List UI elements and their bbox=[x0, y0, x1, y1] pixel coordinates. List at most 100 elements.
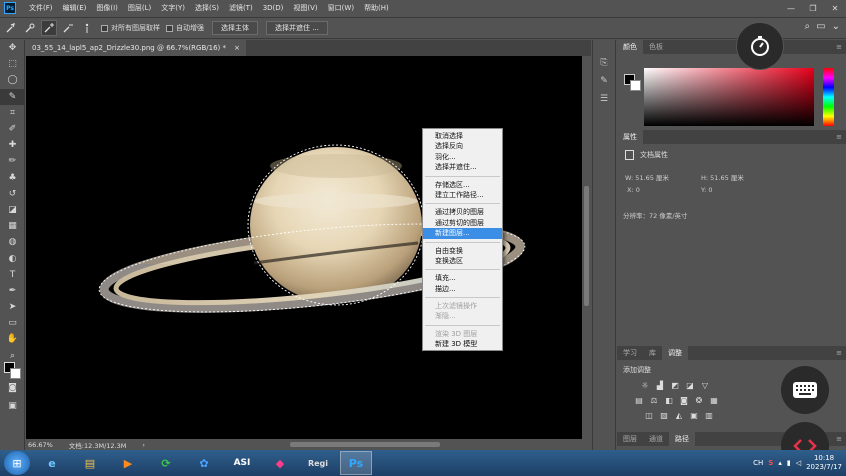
tab-swatches[interactable]: 色板 bbox=[643, 40, 669, 54]
levels-icon[interactable]: ▟ bbox=[654, 380, 666, 391]
menu-edit[interactable]: 编辑(E) bbox=[58, 0, 92, 16]
close-tab-icon[interactable]: × bbox=[234, 40, 240, 56]
search-icon[interactable]: ⌕ bbox=[805, 21, 811, 32]
brush-settings-icon[interactable]: ✎ bbox=[593, 72, 615, 90]
menu-view[interactable]: 视图(V) bbox=[288, 0, 322, 16]
eraser-tool-icon[interactable]: ◪ bbox=[0, 202, 25, 218]
menu-filter[interactable]: 滤镜(T) bbox=[224, 0, 258, 16]
posterize-icon[interactable]: ▨ bbox=[658, 410, 670, 421]
file-explorer-icon[interactable]: ▤ bbox=[74, 451, 106, 475]
x-value[interactable]: X: 0 bbox=[627, 186, 640, 194]
tab-layers[interactable]: 图层 bbox=[617, 432, 643, 446]
checkbox-box[interactable] bbox=[101, 24, 108, 32]
move-tool-icon[interactable]: ✥ bbox=[0, 40, 25, 56]
keyboard-overlay-button[interactable] bbox=[781, 366, 829, 414]
tab-color[interactable]: 颜色 bbox=[617, 40, 643, 54]
background-color-swatch[interactable] bbox=[10, 368, 21, 379]
menu-item-layer-via-copy[interactable]: 通过拷贝的图层 bbox=[423, 207, 502, 217]
tab-properties[interactable]: 属性 bbox=[617, 130, 643, 144]
menu-item-layer-via-cut[interactable]: 通过剪切的图层 bbox=[423, 218, 502, 228]
menu-item-feather[interactable]: 羽化... bbox=[423, 152, 502, 162]
blur-tool-icon[interactable]: ◍ bbox=[0, 234, 25, 250]
menu-item-fill[interactable]: 填充... bbox=[423, 273, 502, 283]
dodge-tool-icon[interactable]: ◐ bbox=[0, 250, 25, 266]
channel-mixer-icon[interactable]: ❂ bbox=[693, 395, 705, 406]
document-tab[interactable]: 03_55_14_lapl5_ap2_Drizzle30.png @ 66.7%… bbox=[26, 40, 246, 56]
clock[interactable]: 10:18 2023/7/17 bbox=[806, 454, 842, 472]
width-value[interactable]: W: 51.65 厘米 bbox=[625, 172, 669, 182]
subtract-from-selection-brush-icon[interactable] bbox=[60, 20, 76, 36]
y-value[interactable]: Y: 0 bbox=[701, 186, 713, 194]
color-lookup-icon[interactable]: ▦ bbox=[708, 395, 720, 406]
checkbox-box[interactable] bbox=[166, 24, 173, 32]
properties-sliders-icon[interactable]: ☰ bbox=[593, 90, 615, 108]
path-selection-tool-icon[interactable]: ➤ bbox=[0, 299, 25, 315]
quick-mask-icon[interactable]: ◙ bbox=[0, 380, 25, 396]
clone-stamp-tool-icon[interactable]: ♣ bbox=[0, 170, 25, 186]
menu-item-new-3d-extrusion[interactable]: 新建 3D 模型 bbox=[423, 339, 502, 349]
network-icon[interactable]: ▮ bbox=[787, 459, 791, 467]
menu-item-save-selection[interactable]: 存储选区... bbox=[423, 180, 502, 190]
menu-help[interactable]: 帮助(H) bbox=[359, 0, 394, 16]
chevron-down-icon[interactable]: ⌄ bbox=[832, 21, 840, 32]
screen-mode-icon[interactable]: ▣ bbox=[0, 398, 25, 414]
select-and-mask-button[interactable]: 选择并遮住 ... bbox=[266, 21, 328, 35]
hue-saturation-icon[interactable]: ▤ bbox=[633, 395, 645, 406]
menu-type[interactable]: 文字(Y) bbox=[156, 0, 190, 16]
menu-3d[interactable]: 3D(D) bbox=[258, 0, 289, 16]
menu-image[interactable]: 图像(I) bbox=[91, 0, 123, 16]
eyedropper-tool-icon[interactable]: ✐ bbox=[0, 121, 25, 137]
tab-channels[interactable]: 通道 bbox=[643, 432, 669, 446]
panel-menu-icon[interactable]: ≡ bbox=[836, 432, 846, 446]
brush-size-icon[interactable] bbox=[79, 20, 95, 36]
workspace-icon[interactable]: ▭ bbox=[816, 21, 825, 32]
menu-item-select-inverse[interactable]: 选择反向 bbox=[423, 141, 502, 151]
restore-button[interactable]: ❐ bbox=[802, 0, 824, 16]
scroll-thumb[interactable] bbox=[584, 186, 589, 306]
color-balance-icon[interactable]: ⚖ bbox=[648, 395, 660, 406]
menu-item-deselect[interactable]: 取消选择 bbox=[423, 131, 502, 141]
history-brush-tool-icon[interactable]: ↺ bbox=[0, 186, 25, 202]
menu-item-transform-selection[interactable]: 变换选区 bbox=[423, 256, 502, 266]
minimize-button[interactable]: — bbox=[780, 0, 802, 16]
exposure-icon[interactable]: ◪ bbox=[684, 380, 696, 391]
tab-adjustments[interactable]: 调整 bbox=[662, 346, 688, 360]
internet-explorer-icon[interactable]: e bbox=[36, 451, 68, 475]
photoshop-taskbar-icon[interactable]: Ps bbox=[340, 451, 372, 475]
panel-menu-icon[interactable]: ≡ bbox=[836, 130, 846, 144]
close-window-button[interactable]: ✕ bbox=[824, 0, 846, 16]
invert-icon[interactable]: ◫ bbox=[643, 410, 655, 421]
tray-expand-icon[interactable]: ▴ bbox=[778, 459, 782, 467]
add-to-selection-brush-icon[interactable] bbox=[41, 20, 57, 36]
ime-indicator[interactable]: CH bbox=[753, 459, 763, 467]
menu-select[interactable]: 选择(S) bbox=[190, 0, 224, 16]
background-color-swatch[interactable] bbox=[630, 80, 641, 91]
pink-app-icon[interactable]: ◆ bbox=[264, 451, 296, 475]
gradient-tool-icon[interactable]: ▦ bbox=[0, 218, 25, 234]
type-tool-icon[interactable]: T bbox=[0, 267, 25, 283]
volume-icon[interactable]: ◁ bbox=[796, 459, 801, 467]
height-value[interactable]: H: 51.65 厘米 bbox=[701, 172, 744, 182]
black-white-icon[interactable]: ◧ bbox=[663, 395, 675, 406]
brightness-contrast-icon[interactable]: ☼ bbox=[639, 380, 651, 391]
menu-item-new-layer[interactable]: 新建图层... bbox=[423, 228, 502, 239]
asi-studio-icon[interactable]: ASI bbox=[226, 451, 258, 475]
timer-overlay-button[interactable] bbox=[736, 22, 784, 70]
quick-selection-tool-icon[interactable]: ✎ bbox=[0, 88, 25, 105]
rectangle-tool-icon[interactable]: ▭ bbox=[0, 315, 25, 331]
sogou-icon[interactable]: S bbox=[768, 459, 773, 467]
gradient-map-icon[interactable]: ▥ bbox=[703, 410, 715, 421]
media-player-icon[interactable]: ▶ bbox=[112, 451, 144, 475]
menu-window[interactable]: 窗口(W) bbox=[323, 0, 359, 16]
new-selection-brush-icon[interactable] bbox=[22, 20, 38, 36]
curves-icon[interactable]: ◩ bbox=[669, 380, 681, 391]
panel-menu-icon[interactable]: ≡ bbox=[836, 40, 846, 54]
tab-learn[interactable]: 学习 bbox=[617, 346, 643, 360]
threshold-icon[interactable]: ◭ bbox=[673, 410, 685, 421]
brush-tool-icon[interactable]: ✏ bbox=[0, 153, 25, 169]
history-panel-icon[interactable]: ⎘ bbox=[593, 54, 615, 72]
zoom-level[interactable]: 66.67% bbox=[28, 441, 53, 449]
menu-item-free-transform[interactable]: 自由变换 bbox=[423, 246, 502, 256]
crop-tool-icon[interactable]: ⌗ bbox=[0, 105, 25, 121]
tab-paths[interactable]: 路径 bbox=[669, 432, 695, 446]
